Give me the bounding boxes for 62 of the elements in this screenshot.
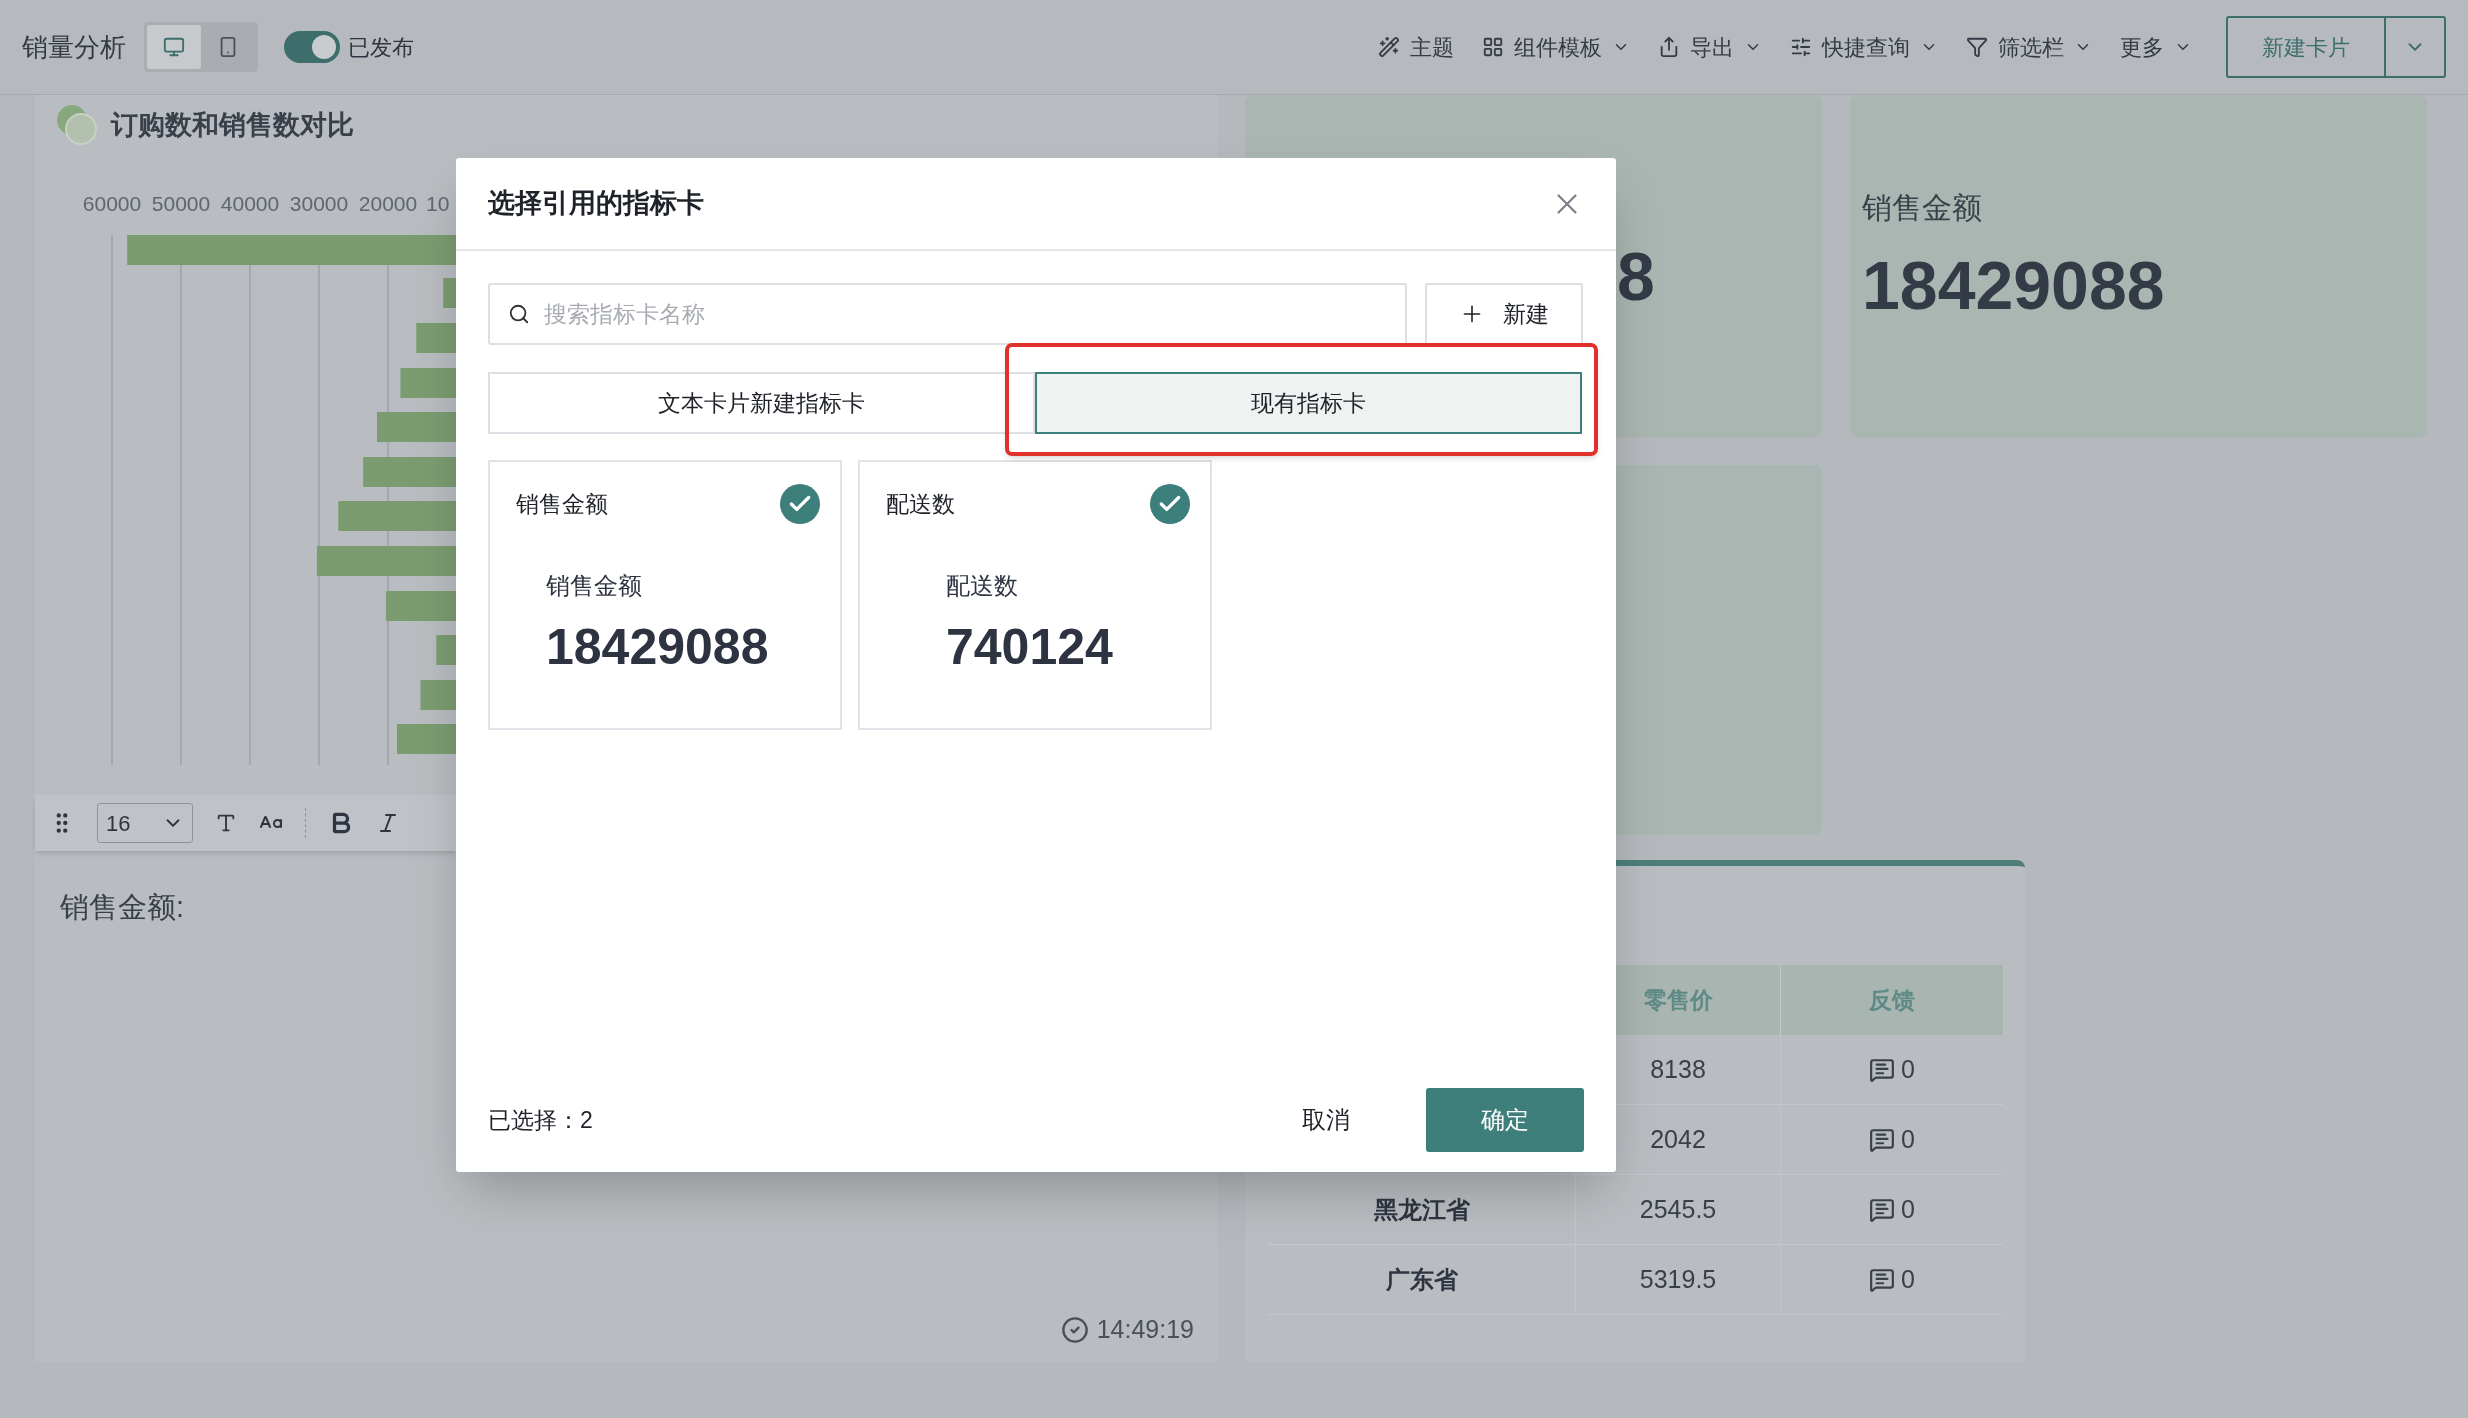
magic-wand-icon xyxy=(1378,36,1400,58)
axis-tick-label: 40000 xyxy=(220,192,280,215)
desktop-view-button[interactable] xyxy=(147,25,201,69)
chart-circle-icon xyxy=(57,105,97,145)
publish-status: 已发布 xyxy=(348,33,414,62)
toolbar-menu-button[interactable]: 筛选栏 xyxy=(1966,30,2092,64)
tab[interactable]: 现有指标卡 xyxy=(1035,372,1582,434)
axis-tick-label: 60000 xyxy=(82,192,142,215)
kpi-value: 18429088 xyxy=(1862,246,2166,325)
card-option-title: 销售金额 xyxy=(516,489,608,519)
toolbar-menu-button[interactable]: 更多 xyxy=(2120,30,2192,64)
feedback-count: 0 xyxy=(1901,1053,1915,1085)
search-icon xyxy=(508,303,530,325)
feedback-count: 0 xyxy=(1901,1193,1915,1225)
metric-card-option[interactable]: 配送数 配送数 740124 xyxy=(858,460,1212,730)
card-option-label: 销售金额 xyxy=(546,571,643,601)
table-cell-text: 黑龙江省 xyxy=(1372,1194,1471,1225)
filter-icon xyxy=(1966,36,1988,58)
comment-icon xyxy=(1869,1266,1896,1293)
table-cell-text: 广东省 xyxy=(1384,1264,1459,1295)
sliders-icon xyxy=(1790,36,1812,58)
card-option-value: 740124 xyxy=(946,618,1114,677)
card-option-title: 配送数 xyxy=(886,489,955,519)
comment-icon xyxy=(1869,1126,1896,1153)
cancel-button[interactable]: 取消 xyxy=(1266,1088,1386,1152)
selected-count: 已选择：2 xyxy=(488,1105,593,1135)
saved-check-icon xyxy=(1060,1315,1089,1344)
new-button[interactable]: 新建 xyxy=(1425,283,1583,345)
toolbar-menu-button[interactable]: 组件模板 xyxy=(1482,30,1630,64)
export-icon xyxy=(1658,36,1680,58)
publish-switch[interactable] xyxy=(284,31,340,63)
tab[interactable]: 文本卡片新建指标卡 xyxy=(488,372,1035,434)
dialog-title: 选择引用的指标卡 xyxy=(488,187,704,221)
monitor-icon xyxy=(163,36,185,58)
comment-icon xyxy=(1869,1056,1896,1083)
axis-tick-label: 20000 xyxy=(358,192,418,215)
font-size-select[interactable]: 16 xyxy=(97,803,193,843)
grid-icon xyxy=(1482,36,1504,58)
toolbar-menu-button[interactable]: 主题 xyxy=(1378,30,1454,64)
toolbar-menu-button[interactable]: 导出 xyxy=(1658,30,1762,64)
kpi-value: 8 xyxy=(1617,238,1655,314)
metric-card-option[interactable]: 销售金额 销售金额 18429088 xyxy=(488,460,842,730)
axis-tick-label: 50000 xyxy=(151,192,211,215)
confirm-button[interactable]: 确定 xyxy=(1426,1088,1584,1152)
table-cell: 2545.5 xyxy=(1575,1175,1780,1244)
axis-tick-label: 10 xyxy=(426,192,450,215)
table-cell: 5319.5 xyxy=(1575,1245,1780,1314)
feedback-count: 0 xyxy=(1901,1263,1915,1295)
card-option-label: 配送数 xyxy=(946,571,1019,601)
kpi-label: 销售金额 xyxy=(1862,190,1983,226)
search-field[interactable]: 搜索指标卡名称 xyxy=(488,283,1407,345)
card-option-value: 18429088 xyxy=(546,618,770,677)
table-header-cell: 反馈 xyxy=(1780,965,2003,1035)
text-color-icon[interactable] xyxy=(215,812,237,834)
feedback-count: 0 xyxy=(1901,1123,1915,1155)
comment-icon xyxy=(1869,1196,1896,1223)
text-card-content: 销售金额: xyxy=(60,891,185,923)
axis-tick-label: 30000 xyxy=(289,192,349,215)
chart-title: 订购数和销售数对比 xyxy=(111,108,354,142)
save-time: 14:49:19 xyxy=(1096,1314,1194,1345)
page-title: 销量分析 xyxy=(22,30,126,64)
toolbar-menu-button[interactable]: 快捷查询 xyxy=(1790,30,1938,64)
